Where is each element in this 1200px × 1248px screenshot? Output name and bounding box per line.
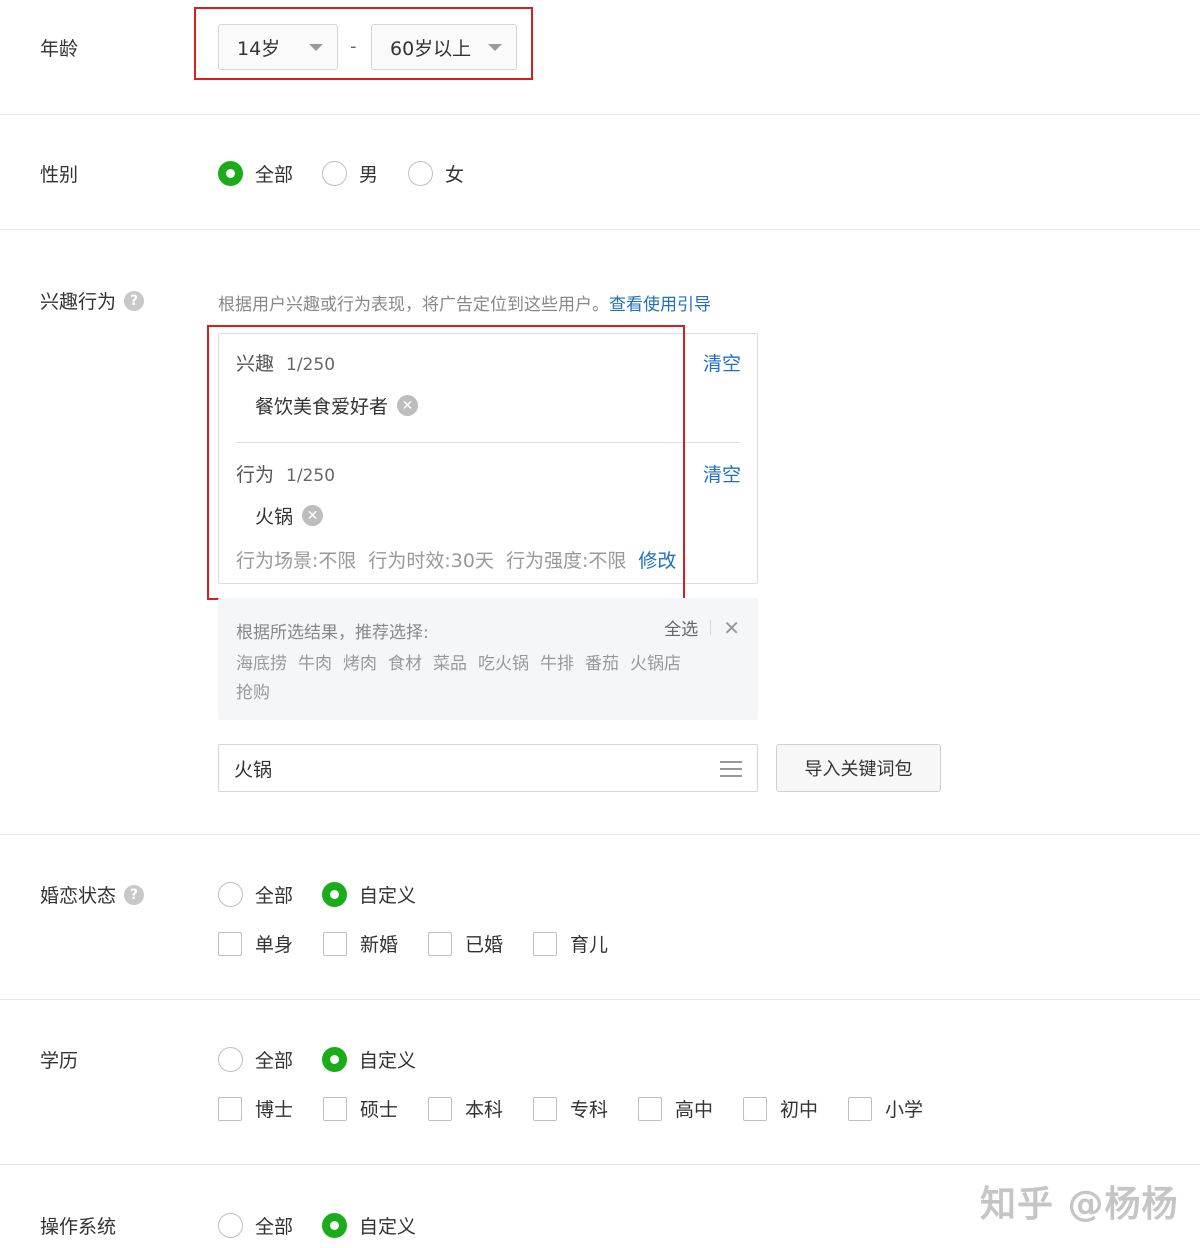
marital-option-custom[interactable]: 自定义 <box>322 881 416 908</box>
checkbox[interactable] <box>323 931 347 956</box>
os-label: 操作系统 <box>40 1216 117 1238</box>
checkbox[interactable] <box>218 1096 242 1121</box>
radio-checked[interactable] <box>322 1047 347 1072</box>
gender-label: 性别 <box>40 164 79 186</box>
interest-behavior-label: 兴趣行为 ? <box>40 287 145 314</box>
checkbox[interactable] <box>218 931 242 956</box>
interest-description: 根据用户兴趣或行为表现，将广告定位到这些用户。查看使用引导 <box>218 295 711 315</box>
checkbox[interactable] <box>323 1096 347 1121</box>
highlight-box-age <box>194 7 533 80</box>
education-checkbox[interactable]: 专科 <box>533 1095 608 1122</box>
recommend-box: 根据所选结果，推荐选择: 全选 ✕ 海底捞 牛肉 烤肉 食材 菜品 吃火锅 牛排 番茄 火锅店抢… <box>218 598 758 720</box>
recommend-word[interactable]: 吃火锅 <box>478 654 529 674</box>
radio[interactable] <box>218 1213 243 1238</box>
checkbox[interactable] <box>428 931 452 956</box>
radio-checked[interactable] <box>322 1213 347 1238</box>
checkbox[interactable] <box>638 1096 662 1121</box>
recommend-word[interactable]: 牛排 <box>540 654 574 674</box>
divider <box>0 1164 1200 1165</box>
recommend-word[interactable]: 番茄 <box>585 654 619 674</box>
watermark: 知乎 @杨杨 <box>980 1184 1179 1225</box>
recommend-word[interactable]: 海底捞 <box>236 654 287 674</box>
import-keyword-button[interactable]: 导入关键词包 <box>776 744 941 792</box>
radio-checked[interactable] <box>218 161 243 186</box>
divider <box>0 114 1200 115</box>
recommend-word[interactable]: 菜品 <box>433 654 467 674</box>
list-menu-icon[interactable] <box>720 761 742 777</box>
education-checkbox[interactable]: 小学 <box>848 1095 923 1122</box>
marital-option-all[interactable]: 全部 <box>218 881 293 908</box>
divider <box>710 620 712 635</box>
marital-label: 婚恋状态 ? <box>40 881 145 908</box>
checkbox[interactable] <box>428 1096 452 1121</box>
interest-clear-button[interactable]: 清空 <box>703 349 741 376</box>
gender-option-female[interactable]: 女 <box>408 160 464 187</box>
radio[interactable] <box>218 882 243 907</box>
guide-link[interactable]: 查看使用引导 <box>609 295 711 315</box>
close-icon[interactable]: ✕ <box>723 616 740 640</box>
radio-checked[interactable] <box>322 882 347 907</box>
education-option-custom[interactable]: 自定义 <box>322 1046 416 1073</box>
checkbox[interactable] <box>533 1096 557 1121</box>
gender-option-male[interactable]: 男 <box>322 160 378 187</box>
checkbox[interactable] <box>848 1096 872 1121</box>
recommend-word[interactable]: 烤肉 <box>343 654 377 674</box>
age-label: 年龄 <box>40 38 79 60</box>
education-checkbox[interactable]: 本科 <box>428 1095 503 1122</box>
recommend-word[interactable]: 火锅店 <box>630 654 681 674</box>
checkbox[interactable] <box>743 1096 767 1121</box>
divider <box>0 229 1200 230</box>
recommend-word[interactable]: 抢购 <box>236 683 270 703</box>
checkbox[interactable] <box>533 931 557 956</box>
divider <box>0 999 1200 1000</box>
marital-checkbox-single[interactable]: 单身 <box>218 930 293 957</box>
divider <box>0 834 1200 835</box>
education-checkbox[interactable]: 硕士 <box>323 1095 398 1122</box>
education-label: 学历 <box>40 1050 79 1072</box>
marital-checkbox-parenting[interactable]: 育儿 <box>533 930 608 957</box>
radio[interactable] <box>322 161 347 186</box>
education-checkbox[interactable]: 初中 <box>743 1095 818 1122</box>
keyword-input[interactable]: 火锅 <box>218 744 758 792</box>
education-checkbox[interactable]: 博士 <box>218 1095 293 1122</box>
recommend-word[interactable]: 食材 <box>388 654 422 674</box>
os-option-all[interactable]: 全部 <box>218 1212 293 1239</box>
recommend-actions: 全选 ✕ <box>664 615 740 641</box>
education-checkbox[interactable]: 高中 <box>638 1095 713 1122</box>
education-option-all[interactable]: 全部 <box>218 1046 293 1073</box>
radio[interactable] <box>218 1047 243 1072</box>
marital-checkbox-married[interactable]: 已婚 <box>428 930 503 957</box>
select-all-button[interactable]: 全选 <box>664 615 698 640</box>
recommend-word[interactable]: 牛肉 <box>298 654 332 674</box>
behavior-clear-button[interactable]: 清空 <box>703 460 741 487</box>
question-circle-icon[interactable]: ? <box>124 884 145 905</box>
recommend-words: 海底捞 牛肉 烤肉 食材 菜品 吃火锅 牛排 番茄 火锅店抢购 <box>236 650 736 708</box>
question-circle-icon[interactable]: ? <box>124 290 145 311</box>
recommend-title: 根据所选结果，推荐选择: <box>236 623 429 643</box>
highlight-box-interest <box>207 325 685 600</box>
gender-option-all[interactable]: 全部 <box>218 160 293 187</box>
marital-checkbox-newlywed[interactable]: 新婚 <box>323 930 398 957</box>
radio[interactable] <box>408 161 433 186</box>
os-option-custom[interactable]: 自定义 <box>322 1212 416 1239</box>
